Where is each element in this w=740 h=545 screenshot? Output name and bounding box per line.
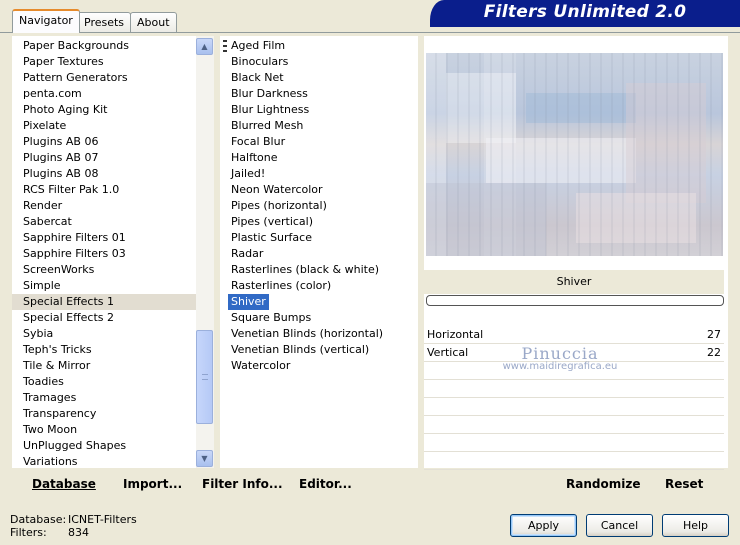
filter-item[interactable]: Focal Blur (220, 134, 418, 150)
category-item[interactable]: Plugins AB 06 (12, 134, 196, 150)
category-item[interactable]: Paper Textures (12, 54, 196, 70)
filter-item[interactable]: Aged Film (220, 38, 418, 54)
filter-item[interactable]: Square Bumps (220, 310, 418, 326)
category-scrollbar[interactable]: ▲ ▼ (196, 36, 214, 468)
preview-image (426, 53, 723, 256)
category-item[interactable]: UnPlugged Shapes (12, 438, 196, 454)
parameter-value[interactable]: 22 (707, 344, 721, 361)
filter-item[interactable]: Shiver (220, 294, 418, 310)
category-item[interactable]: Render (12, 198, 196, 214)
category-item[interactable]: Pattern Generators (12, 70, 196, 86)
filter-item[interactable]: Blur Lightness (220, 102, 418, 118)
scroll-down-icon[interactable]: ▼ (196, 450, 213, 467)
category-item[interactable]: Simple (12, 278, 196, 294)
app-banner: Filters Unlimited 2.0 (430, 0, 740, 24)
parameter-row[interactable]: Horizontal 27 (424, 326, 724, 344)
category-item[interactable]: penta.com (12, 86, 196, 102)
parameter-label: Vertical (427, 346, 469, 359)
parameter-row (424, 452, 724, 470)
filter-item[interactable]: Blurred Mesh (220, 118, 418, 134)
randomize-link[interactable]: Randomize (566, 477, 640, 491)
category-item[interactable]: Teph's Tricks (12, 342, 196, 358)
filter-item[interactable]: Watercolor (220, 358, 418, 374)
watermark-url: www.maidiregrafica.eu (502, 361, 618, 372)
filter-item[interactable]: Radar (220, 246, 418, 262)
category-item[interactable]: Plugins AB 08 (12, 166, 196, 182)
grip-icon (202, 374, 208, 380)
filter-item[interactable]: Neon Watercolor (220, 182, 418, 198)
category-item[interactable]: Pixelate (12, 118, 196, 134)
selected-filter-label: Shiver (228, 294, 269, 310)
database-status-value: ICNET-Filters (68, 513, 137, 526)
category-item[interactable]: Variations (12, 454, 196, 468)
tab-navigator[interactable]: Navigator (12, 9, 80, 33)
category-item[interactable]: ScreenWorks (12, 262, 196, 278)
category-item[interactable]: Transparency (12, 406, 196, 422)
category-item[interactable]: RCS Filter Pak 1.0 (12, 182, 196, 198)
filter-item[interactable]: Pipes (horizontal) (220, 198, 418, 214)
filter-item[interactable]: Blur Darkness (220, 86, 418, 102)
category-item[interactable]: Two Moon (12, 422, 196, 438)
category-item[interactable]: Sybia (12, 326, 196, 342)
apply-button[interactable]: Apply (510, 514, 577, 537)
category-list[interactable]: Paper Backgrounds Paper Textures Pattern G… (12, 36, 196, 468)
action-bar-divider (405, 470, 412, 496)
category-item[interactable]: Plugins AB 07 (12, 150, 196, 166)
database-link[interactable]: Database (32, 477, 96, 491)
category-item[interactable]: Paper Backgrounds (12, 38, 196, 54)
cancel-button[interactable]: Cancel (586, 514, 653, 537)
parameter-label: Horizontal (427, 328, 484, 341)
category-item[interactable]: Special Effects 1 (12, 294, 196, 310)
reset-link[interactable]: Reset (665, 477, 703, 491)
filter-info-link[interactable]: Filter Info... (202, 477, 283, 491)
help-button[interactable]: Help (662, 514, 729, 537)
filter-item[interactable]: Venetian Blinds (horizontal) (220, 326, 418, 342)
filter-item[interactable]: Jailed! (220, 166, 418, 182)
category-item[interactable]: Sapphire Filters 01 (12, 230, 196, 246)
filters-count-label: Filters: (10, 526, 47, 539)
status-area: Database: ICNET-Filters Filters: 834 (10, 513, 137, 539)
filter-item[interactable]: Pipes (vertical) (220, 214, 418, 230)
parameter-row (424, 380, 724, 398)
category-item[interactable]: Photo Aging Kit (12, 102, 196, 118)
import-link[interactable]: Import... (123, 477, 182, 491)
filters-count-value: 834 (68, 526, 89, 539)
category-item[interactable]: Sapphire Filters 03 (12, 246, 196, 262)
tab-presets[interactable]: Presets (77, 12, 132, 32)
filter-list[interactable]: Aged Film Binoculars Black Net Blur Darknes… (220, 36, 418, 468)
filter-item[interactable]: Rasterlines (black & white) (220, 262, 418, 278)
progress-bar (426, 295, 724, 306)
filter-item[interactable]: Halftone (220, 150, 418, 166)
category-item[interactable]: Sabercat (12, 214, 196, 230)
tab-about[interactable]: About (130, 12, 177, 32)
database-status-label: Database: (10, 513, 67, 526)
tab-divider (0, 32, 740, 33)
category-item[interactable]: Special Effects 2 (12, 310, 196, 326)
category-item[interactable]: Toadies (12, 374, 196, 390)
scroll-up-icon[interactable]: ▲ (196, 38, 213, 55)
category-item[interactable]: Tramages (12, 390, 196, 406)
parameter-row (424, 416, 724, 434)
list-marker-icon (223, 40, 227, 52)
parameter-row (424, 434, 724, 452)
filter-item[interactable]: Rasterlines (color) (220, 278, 418, 294)
watermark: Pinuccia www.maidiregrafica.eu (470, 344, 650, 372)
parameter-value[interactable]: 27 (707, 326, 721, 343)
filter-item[interactable]: Plastic Surface (220, 230, 418, 246)
editor-link[interactable]: Editor... (299, 477, 352, 491)
filter-item[interactable]: Black Net (220, 70, 418, 86)
parameter-row (424, 398, 724, 416)
banner-stripe (430, 24, 740, 27)
scroll-thumb[interactable] (196, 330, 213, 424)
filter-item[interactable]: Binoculars (220, 54, 418, 70)
category-item[interactable]: Tile & Mirror (12, 358, 196, 374)
filter-item[interactable]: Venetian Blinds (vertical) (220, 342, 418, 358)
filter-name-label: Shiver (424, 270, 724, 294)
